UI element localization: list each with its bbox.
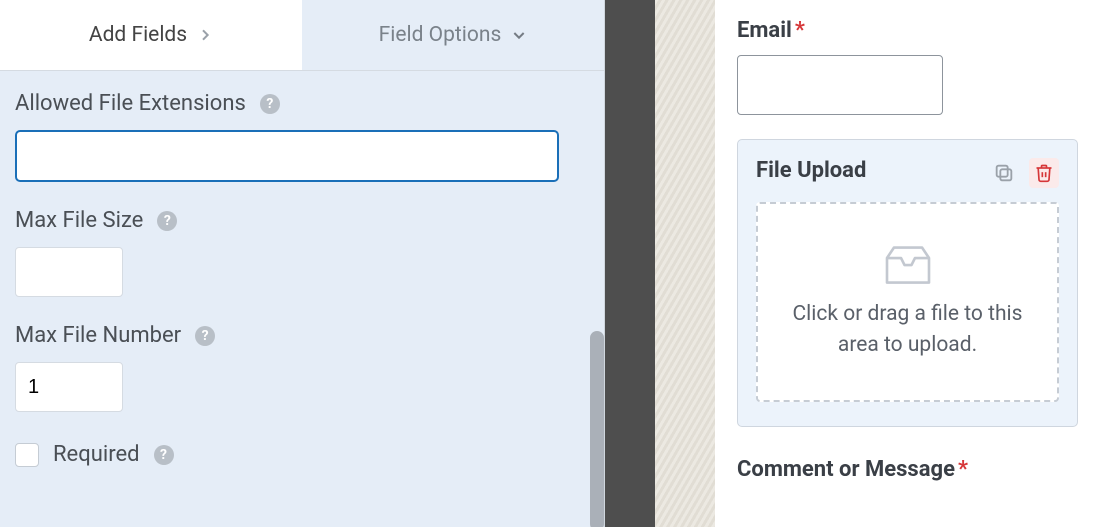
dropzone-text: Click or drag a file to this area to upl… (793, 299, 1023, 362)
required-label: Required (53, 442, 140, 467)
required-row: Required ? (15, 442, 589, 467)
tab-add-fields[interactable]: Add Fields (0, 0, 302, 70)
duplicate-field-button[interactable] (989, 158, 1019, 188)
form-preview: Email* File Upload Click or drag a file … (715, 0, 1116, 527)
required-asterisk: * (795, 18, 805, 43)
file-upload-field[interactable]: File Upload Click or drag a file to this… (737, 139, 1078, 427)
comment-field-label: Comment or Message* (737, 457, 1078, 482)
delete-field-button[interactable] (1029, 158, 1059, 188)
help-icon[interactable]: ? (195, 326, 215, 346)
divider (605, 0, 655, 527)
sidebar-tabs: Add Fields Field Options (0, 0, 604, 71)
chevron-down-icon (511, 27, 527, 43)
allowed-extensions-input[interactable] (15, 130, 559, 182)
chevron-right-icon (197, 27, 213, 43)
max-file-size-input[interactable] (15, 247, 123, 297)
field-options-panel: Allowed File Extensions ? Max File Size … (0, 71, 604, 527)
required-asterisk: * (958, 457, 968, 482)
tab-field-options[interactable]: Field Options (302, 0, 604, 70)
help-icon[interactable]: ? (157, 211, 177, 231)
file-upload-title: File Upload (756, 158, 866, 183)
page-background-strip (655, 0, 715, 527)
max-file-number-input[interactable] (15, 362, 123, 412)
max-file-number-label: Max File Number (15, 323, 181, 348)
file-dropzone[interactable]: Click or drag a file to this area to upl… (756, 202, 1059, 402)
trash-icon (1034, 163, 1054, 183)
scrollbar-thumb[interactable] (590, 331, 604, 527)
allowed-extensions-row: Allowed File Extensions ? (15, 91, 589, 182)
max-file-size-label: Max File Size (15, 208, 143, 233)
allowed-extensions-label: Allowed File Extensions (15, 91, 246, 116)
email-label-text: Email (737, 18, 792, 43)
settings-sidebar: Add Fields Field Options Allowed File Ex… (0, 0, 605, 527)
required-checkbox[interactable] (15, 443, 39, 467)
help-icon[interactable]: ? (260, 94, 280, 114)
duplicate-icon (993, 162, 1015, 184)
help-icon[interactable]: ? (154, 445, 174, 465)
max-file-size-row: Max File Size ? (15, 208, 589, 297)
email-field-label: Email* (737, 18, 1078, 43)
email-input[interactable] (737, 55, 943, 115)
tab-field-options-label: Field Options (379, 23, 502, 47)
tab-add-fields-label: Add Fields (89, 23, 187, 47)
max-file-number-row: Max File Number ? (15, 323, 589, 412)
inbox-icon (880, 243, 936, 287)
comment-label-text: Comment or Message (737, 457, 955, 482)
